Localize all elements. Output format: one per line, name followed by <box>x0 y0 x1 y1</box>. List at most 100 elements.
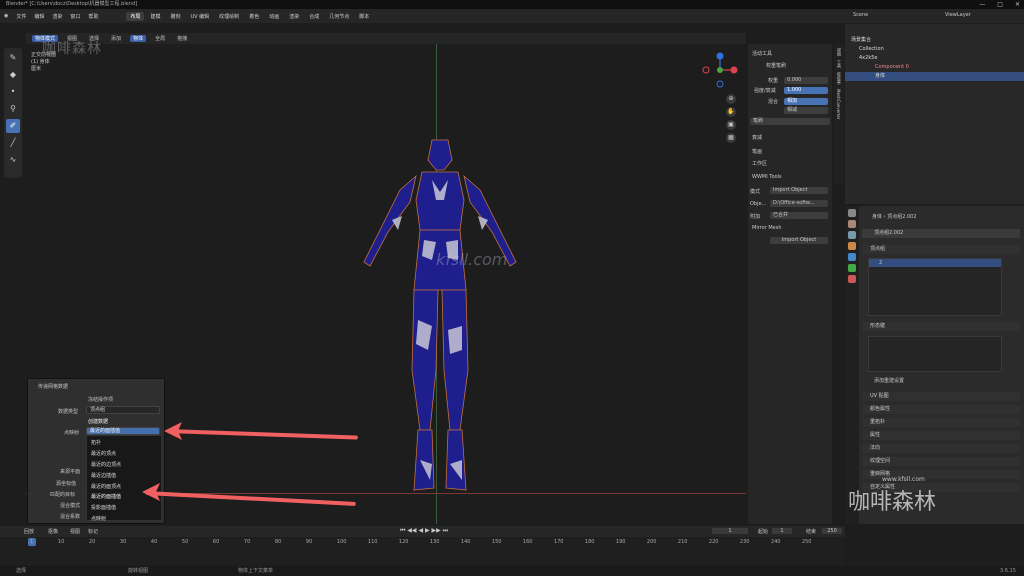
camera-icon[interactable]: ▣ <box>726 120 736 130</box>
section-stroke[interactable]: 笔画 <box>752 148 762 155</box>
tab-meshconverter[interactable]: MeshConverter <box>836 89 841 119</box>
close-button[interactable]: ✕ <box>1015 0 1020 9</box>
tab-shading[interactable]: 着色 <box>245 12 263 21</box>
minimize-button[interactable]: — <box>979 0 985 9</box>
playback-menu[interactable]: 回放 <box>24 528 34 535</box>
object-tab-icon[interactable] <box>848 242 856 250</box>
playback-controls[interactable]: ⏮ ◀◀ ◀ ▶ ▶▶ ⏭ <box>400 527 448 535</box>
section-attributes[interactable]: 属性 <box>862 431 1020 440</box>
section-uv-maps[interactable]: UV 贴图 <box>862 392 1020 401</box>
menu-window[interactable]: 窗口 <box>70 13 80 20</box>
shape-keys-section[interactable]: 形态键 <box>862 322 1020 331</box>
data-type-dropdown[interactable]: 顶点组 <box>86 406 160 414</box>
section-workspace[interactable]: 工作区 <box>752 160 767 167</box>
timeline-view-menu[interactable]: 视图 <box>70 528 80 535</box>
tab-texture-paint[interactable]: 纹理绘制 <box>215 12 243 21</box>
data-name-field[interactable]: 顶点组2.002 <box>862 229 1020 238</box>
create-data-checkbox[interactable]: 创建数据 <box>88 418 108 425</box>
menu-option-projected-face-interp[interactable]: 投影面插值 <box>91 504 116 511</box>
output-tab-icon[interactable] <box>848 231 856 239</box>
tex-field[interactable]: 已合并 <box>770 212 828 219</box>
marker-menu[interactable]: 标记 <box>88 528 98 535</box>
scene-selector[interactable]: Scene <box>853 12 868 18</box>
brush-icon[interactable]: ✎ <box>6 51 20 65</box>
view-layer-selector[interactable]: ViewLayer <box>945 12 971 18</box>
blend-add-field[interactable]: 相加 <box>784 98 828 105</box>
menu-edit[interactable]: 编辑 <box>34 13 44 20</box>
object-path-field[interactable]: D:\Office-softw... <box>770 200 828 207</box>
eyedropper-icon[interactable]: ⚲ <box>6 102 20 116</box>
outliner-row-collection[interactable]: Collection <box>845 45 1024 54</box>
import-object-button[interactable]: Import Object <box>770 237 828 244</box>
tab-scripting[interactable]: 脚本 <box>355 12 373 21</box>
orientation-selector[interactable]: 全局 <box>152 35 168 42</box>
modifier-tab-icon[interactable] <box>848 253 856 261</box>
mirror-mesh-checkbox[interactable]: Mirror Mesh <box>752 225 782 231</box>
tool-tab-icon[interactable] <box>848 209 856 217</box>
end-frame-field[interactable]: 250 <box>822 528 842 534</box>
blend-sub-field[interactable]: 相减 <box>784 107 828 114</box>
section-texture-space[interactable]: 纹理空间 <box>862 457 1020 466</box>
start-frame-field[interactable]: 1 <box>772 528 792 534</box>
mode-field[interactable]: Import Object <box>770 187 828 194</box>
tab-rendering[interactable]: 渲染 <box>285 12 303 21</box>
menu-file[interactable]: 文件 <box>16 13 26 20</box>
auto-smooth-checkbox[interactable]: 添加重建设置 <box>874 377 904 384</box>
curve-icon[interactable]: ∿ <box>6 153 20 167</box>
menu-option-nearest-face-vertex[interactable]: 最近的面顶点 <box>91 483 121 490</box>
section-color-attributes[interactable]: 颜色属性 <box>862 405 1020 414</box>
material-tab-icon[interactable] <box>848 275 856 283</box>
menu-option-topology[interactable]: 拓扑 <box>91 439 101 446</box>
outliner-row-body[interactable]: 身体 <box>845 72 1024 81</box>
tab-modeling[interactable]: 建模 <box>146 12 164 21</box>
menu-option-nearest-edge-vertex[interactable]: 最近的边顶点 <box>91 461 121 468</box>
current-frame-field[interactable]: 1 <box>712 528 748 534</box>
outliner-row-component[interactable]: Component 0 <box>845 63 1024 72</box>
character-model[interactable] <box>340 130 540 500</box>
breadcrumb-data[interactable]: 顶点组2.002 <box>887 214 916 220</box>
tab-animation[interactable]: 动画 <box>265 12 283 21</box>
blender-logo-icon[interactable]: ◉ <box>4 13 8 19</box>
menu-option-nearest-vertex[interactable]: 最近的顶点 <box>91 450 116 457</box>
vertex-groups-section[interactable]: 顶点组 <box>862 245 1020 254</box>
freeze-checkbox[interactable]: 冻结操作项 <box>88 396 113 403</box>
timeline-ruler[interactable]: 1 10 20 30 40 50 60 70 80 90 100 110 120 130 140 150 160… <box>0 537 845 565</box>
pen-icon[interactable]: ╱ <box>6 136 20 150</box>
keying-menu[interactable]: 抠像 <box>48 528 58 535</box>
popup-title[interactable]: 传递网格数据 <box>38 383 68 390</box>
tab-geometry-nodes[interactable]: 几何节点 <box>325 12 353 21</box>
weight-field[interactable]: 0.000 <box>784 77 828 84</box>
menu-help[interactable]: 帮助 <box>88 13 98 20</box>
tab-uv[interactable]: UV 编辑 <box>187 12 214 21</box>
menu-option-nearest-edge-interp[interactable]: 最近边插值 <box>91 472 116 479</box>
navigation-gizmo[interactable] <box>700 50 740 90</box>
object-menu[interactable]: 物体 <box>130 35 147 42</box>
tab-wwmi[interactable]: WWMI <box>836 72 841 85</box>
vertex-group-item[interactable]: 2 <box>869 259 1001 267</box>
vertex-map-dropdown[interactable]: 最近的面插值 <box>86 427 160 435</box>
zoom-icon[interactable]: ⊕ <box>726 94 736 104</box>
maximize-button[interactable]: □ <box>997 0 1003 9</box>
dot-icon[interactable]: • <box>6 85 20 99</box>
tab-sculpt[interactable]: 雕刻 <box>166 12 184 21</box>
tab-tool[interactable]: 工具 <box>836 60 842 68</box>
outliner-row-4x2k5e[interactable]: 4x2k5e <box>845 54 1024 63</box>
breadcrumb-object[interactable]: 身体 <box>872 214 882 220</box>
grid-icon[interactable]: ▦ <box>726 133 736 143</box>
menu-render[interactable]: 渲染 <box>52 13 62 20</box>
active-tool-icon[interactable]: ✐ <box>6 119 20 133</box>
add-menu[interactable]: 添加 <box>108 35 124 42</box>
brush-selector[interactable]: 笔刷 <box>750 118 830 125</box>
section-falloff[interactable]: 衰减 <box>752 134 762 141</box>
render-tab-icon[interactable] <box>848 220 856 228</box>
data-tab-icon[interactable] <box>848 264 856 272</box>
active-tool-title[interactable]: 活动工具 <box>752 50 772 57</box>
tab-compositing[interactable]: 合成 <box>305 12 323 21</box>
section-normals[interactable]: 法向 <box>862 444 1020 453</box>
tab-layout[interactable]: 布局 <box>126 11 145 21</box>
pivot-selector[interactable]: 拖拽 <box>174 35 190 42</box>
tab-view[interactable]: 视图 <box>836 48 842 56</box>
hand-icon[interactable]: ✋ <box>726 107 736 117</box>
menu-option-nearest-face-interp[interactable]: 最近的面插值 <box>91 493 121 500</box>
radius-field[interactable]: 1.000 <box>784 87 828 94</box>
